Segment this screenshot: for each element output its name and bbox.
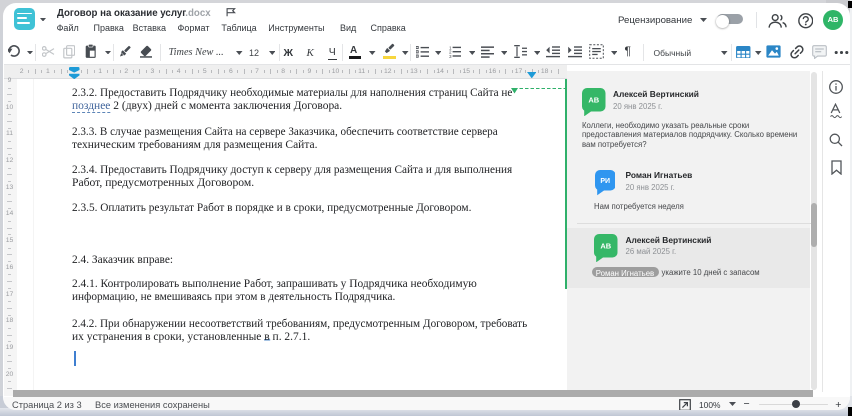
svg-text:АВ: АВ [588, 95, 599, 104]
svg-text:АВ: АВ [600, 241, 611, 250]
svg-text:3: 3 [449, 54, 452, 58]
svg-text:РИ: РИ [600, 178, 610, 185]
